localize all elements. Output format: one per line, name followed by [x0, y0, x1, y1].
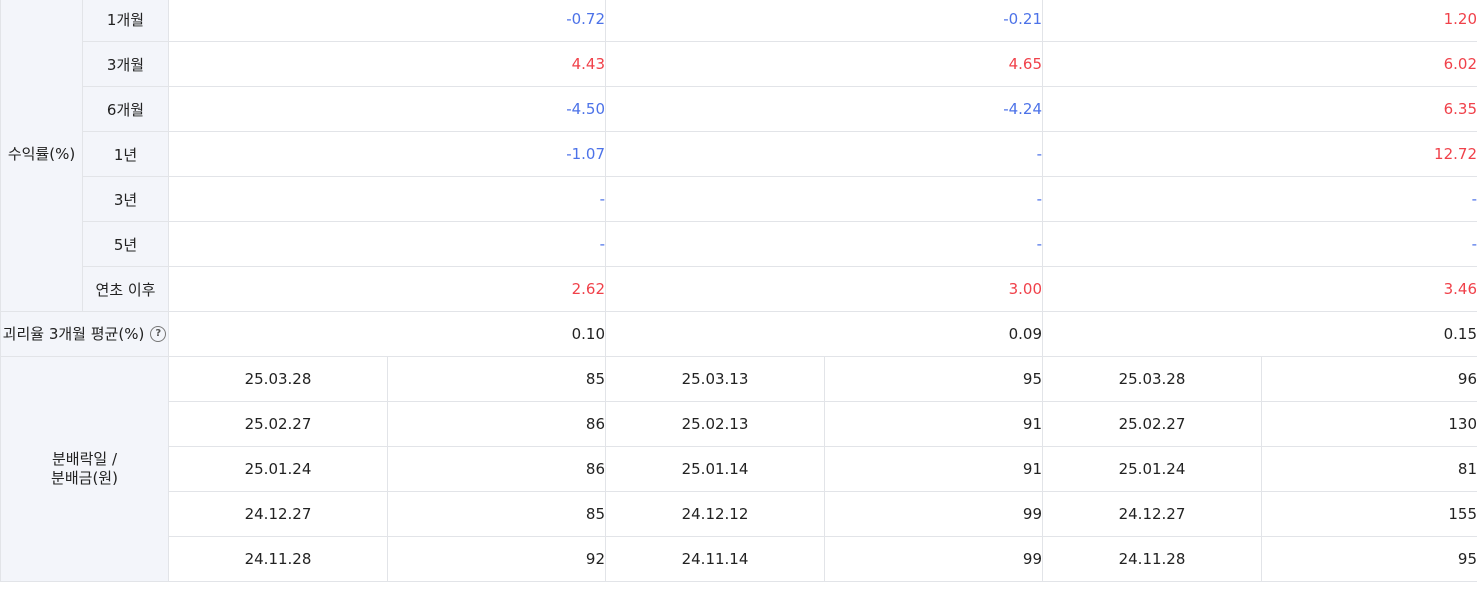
return-value: 3.46	[1042, 266, 1477, 312]
distribution-amount: 85	[387, 491, 606, 537]
return-value: -	[1042, 176, 1477, 222]
distribution-amount: 130	[1261, 401, 1477, 447]
distribution-amount: 95	[1261, 536, 1477, 582]
question-circle-icon[interactable]: ?	[150, 326, 167, 342]
return-value: 4.65	[605, 41, 1043, 87]
return-value: -0.21	[605, 0, 1043, 42]
distribution-amount: 99	[824, 491, 1043, 537]
ex-dividend-date: 25.01.24	[1042, 446, 1262, 492]
return-value: -	[168, 221, 606, 267]
distribution-amount: 81	[1261, 446, 1477, 492]
tracking-error-label-text: 괴리율 3개월 평균(%)	[2, 324, 145, 343]
distribution-amount: 155	[1261, 491, 1477, 537]
tracking-error-value: 0.10	[168, 311, 606, 357]
return-value: -4.24	[605, 86, 1043, 132]
return-row: 수익률(%) 1개월 -0.72 -0.21 1.20	[0, 0, 1477, 312]
return-value: 6.02	[1042, 41, 1477, 87]
return-value: -4.50	[168, 86, 606, 132]
distribution-amount: 85	[387, 356, 606, 402]
return-value: 6.35	[1042, 86, 1477, 132]
ex-dividend-date: 24.11.28	[1042, 536, 1262, 582]
distribution-amount: 86	[387, 401, 606, 447]
tracking-error-label: 괴리율 3개월 평균(%)?	[0, 311, 169, 357]
return-value: -	[168, 176, 606, 222]
return-value: 3.00	[605, 266, 1043, 312]
return-value: -0.72	[168, 0, 606, 42]
period-label: 3년	[82, 176, 169, 222]
distribution-amount: 91	[824, 401, 1043, 447]
return-row: 1년 -1.07 - 12.72	[1, 131, 1477, 177]
distribution-amount: 92	[387, 536, 606, 582]
ex-dividend-date: 25.02.13	[605, 401, 825, 447]
return-value: 4.43	[168, 41, 606, 87]
return-value: -	[1042, 221, 1477, 267]
period-label: 1개월	[82, 0, 169, 42]
distribution-label-line1: 분배락일 /	[51, 450, 118, 468]
distribution-row: 분배락일 / 분배금(원) 25.03.28 85 25.03.13 95 25…	[0, 356, 1477, 582]
period-label: 3개월	[82, 41, 169, 87]
distribution-label-line2: 분배금(원)	[51, 469, 118, 487]
ex-dividend-date: 25.02.27	[168, 401, 388, 447]
return-row: 6개월 -4.50 -4.24 6.35	[1, 86, 1477, 132]
distribution-amount: 86	[387, 446, 606, 492]
tracking-error-value: 0.09	[605, 311, 1043, 357]
distribution-amount: 99	[824, 536, 1043, 582]
distribution-group-label: 분배락일 / 분배금(원)	[0, 356, 169, 582]
period-label: 5년	[82, 221, 169, 267]
ex-dividend-date: 24.12.12	[605, 491, 825, 537]
return-value: 12.72	[1042, 131, 1477, 177]
ex-dividend-date: 25.03.13	[605, 356, 825, 402]
return-value: 1.20	[1042, 0, 1477, 42]
ex-dividend-date: 24.11.14	[605, 536, 825, 582]
period-label: 연초 이후	[82, 266, 169, 312]
return-value: -	[605, 221, 1043, 267]
distribution-amount: 95	[824, 356, 1043, 402]
return-row: 3개월 4.43 4.65 6.02	[1, 41, 1477, 87]
ex-dividend-date: 25.03.28	[1042, 356, 1262, 402]
distribution-row: 24.12.27 85 24.12.12 99 24.12.27 155	[1, 491, 1477, 537]
tracking-error-row: 괴리율 3개월 평균(%)? 0.10 0.09 0.15	[0, 311, 1477, 357]
distribution-amount: 96	[1261, 356, 1477, 402]
ex-dividend-date: 25.01.14	[605, 446, 825, 492]
returns-group-label: 수익률(%)	[0, 0, 83, 312]
return-row: 5년 - - -	[1, 221, 1477, 267]
tracking-error-value: 0.15	[1042, 311, 1477, 357]
return-row: 3년 - - -	[1, 176, 1477, 222]
ex-dividend-date: 25.01.24	[168, 446, 388, 492]
distribution-row: 25.02.27 86 25.02.13 91 25.02.27 130	[1, 401, 1477, 447]
distribution-amount: 91	[824, 446, 1043, 492]
return-value: -	[605, 176, 1043, 222]
ex-dividend-date: 25.03.28	[168, 356, 388, 402]
ex-dividend-date: 24.12.27	[1042, 491, 1262, 537]
return-value: -1.07	[168, 131, 606, 177]
ex-dividend-date: 24.12.27	[168, 491, 388, 537]
period-label: 6개월	[82, 86, 169, 132]
return-value: 2.62	[168, 266, 606, 312]
return-value: -	[605, 131, 1043, 177]
distribution-row: 25.01.24 86 25.01.14 91 25.01.24 81	[1, 446, 1477, 492]
ex-dividend-date: 25.02.27	[1042, 401, 1262, 447]
period-label: 1년	[82, 131, 169, 177]
distribution-row: 24.11.28 92 24.11.14 99 24.11.28 95	[1, 536, 1477, 582]
ex-dividend-date: 24.11.28	[168, 536, 388, 582]
return-row: 연초 이후 2.62 3.00 3.46	[1, 266, 1477, 312]
fund-comparison-table: 수익률(%) 1개월 -0.72 -0.21 1.20 3개월 4.43 4.6…	[0, 0, 1477, 582]
